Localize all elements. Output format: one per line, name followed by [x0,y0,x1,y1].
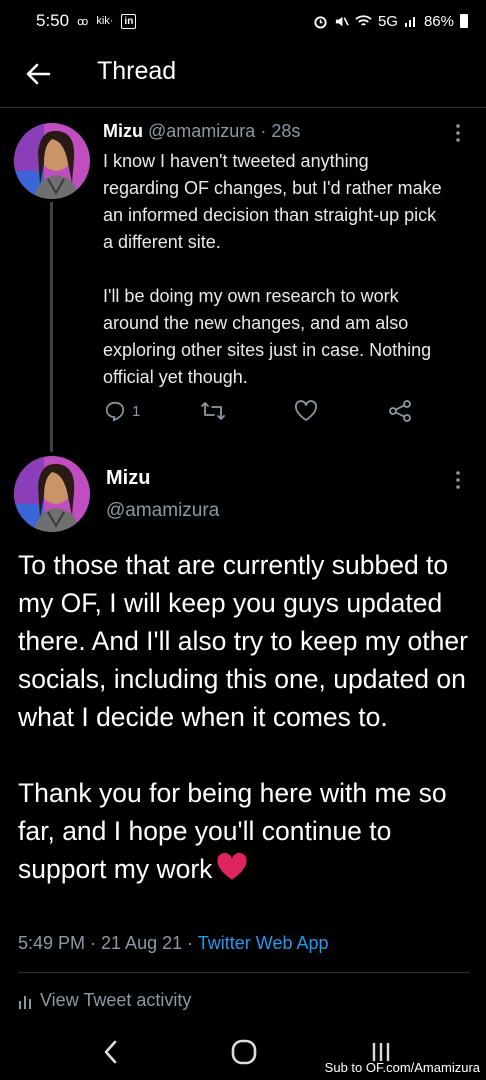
author-handle[interactable]: @amamizura [148,121,255,141]
tweet2-text: To those that are currently subbed to my… [18,546,478,888]
system-home-button[interactable] [228,1034,260,1070]
linkedin-icon: in [121,13,137,29]
author-handle[interactable]: @amamizura [106,500,219,522]
like-button[interactable] [294,400,318,422]
reply-count: 1 [132,402,141,420]
divider [18,972,470,973]
red-heart-emoji-icon [217,852,247,880]
voicemail-icon: ꝏ [77,15,89,28]
back-button[interactable] [20,56,56,92]
tweet-source-link[interactable]: Twitter Web App [198,933,329,953]
status-bar: 5:50 ꝏ kik· in 5G 86% [0,0,486,42]
retweet-button[interactable] [200,400,226,422]
signal-icon [404,17,415,27]
mute-icon [335,16,349,26]
bar-chart-icon [19,995,31,1009]
more-options-button[interactable] [450,468,466,492]
battery-percent: 86% [423,12,454,30]
thread-connector [50,202,53,452]
tweet-paragraph: To those that are currently subbed to my… [18,550,468,732]
top-bar: Thread [0,42,486,108]
network-type: 5G [377,12,398,30]
avatar[interactable] [14,123,90,199]
avatar[interactable] [14,456,90,532]
tweet-meta: 5:49 PM · 21 Aug 21 · Twitter Web App [18,933,329,954]
reply-icon [105,401,125,421]
more-options-button[interactable] [450,121,466,145]
kik-icon: kik· [96,15,114,27]
tweet-timestamp: 5:49 PM · 21 Aug 21 · [18,933,198,953]
tweet1-text: I know I haven't tweeted anything regard… [103,148,443,391]
home-circle-icon [231,1039,257,1065]
more-vertical-icon [456,471,460,489]
alarm-icon [314,15,327,29]
tweet-paragraph: Thank you for being here with me so far,… [18,774,478,888]
more-vertical-icon [456,124,460,142]
page-title: Thread [97,57,177,85]
author-name[interactable]: Mizu [106,467,150,490]
battery-icon [460,14,468,28]
avatar-image [14,456,90,532]
tweet-paragraph: I know I haven't tweeted anything regard… [103,151,442,252]
heart-outline-icon [294,400,318,421]
avatar-image [14,123,90,199]
tweet-time: · 28s [260,121,301,141]
status-time: 5:50 [36,11,70,30]
arrow-left-icon [26,63,51,85]
share-button[interactable] [388,400,412,422]
view-tweet-activity-button[interactable]: View Tweet activity [18,990,191,1011]
tweet-paragraph: I'll be doing my own research to work ar… [103,286,432,387]
author-name[interactable]: Mizu [103,121,143,141]
view-tweet-activity-label: View Tweet activity [40,990,192,1010]
tweet1-header: Mizu @amamizura · 28s [103,121,300,142]
reply-button[interactable]: 1 [104,400,140,422]
tweet-actions: 1 [100,400,430,430]
retweet-icon [201,402,225,420]
share-icon [389,400,411,422]
wifi-icon [355,15,372,26]
system-back-button[interactable] [96,1034,124,1070]
chevron-left-icon [104,1040,117,1064]
watermark-text: Sub to OF.com/Amamizura [324,1060,480,1075]
